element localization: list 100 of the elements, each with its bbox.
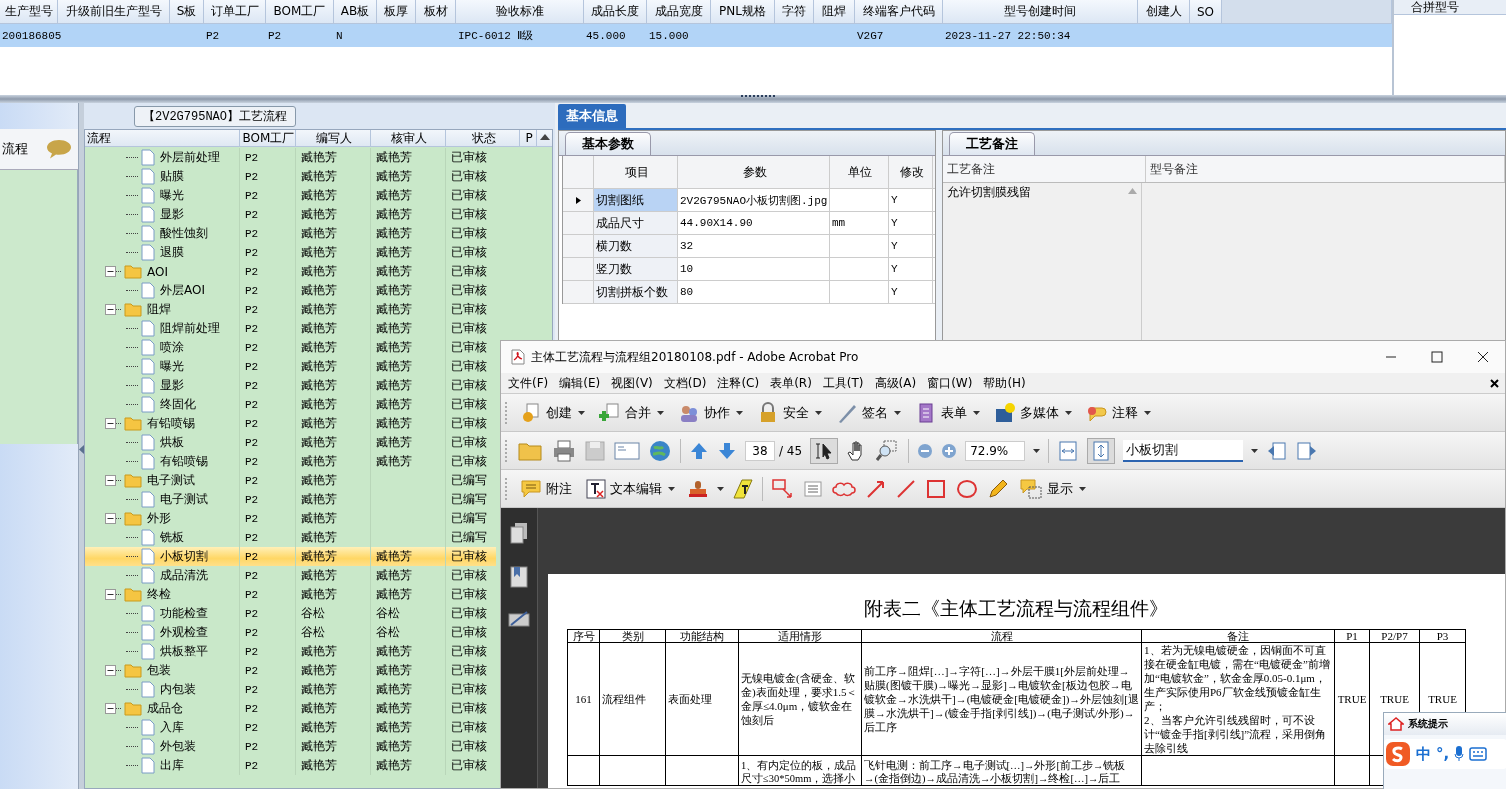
tree-row[interactable]: AOI P2 臧艳芳 臧艳芳 已审核 <box>85 262 496 281</box>
zoom-in-icon[interactable] <box>941 442 958 459</box>
menu-item[interactable]: 注释(C) <box>717 374 760 392</box>
collapse-icon[interactable] <box>105 418 116 429</box>
column-header[interactable]: 合拼型号 <box>1394 0 1506 15</box>
menu-item[interactable]: 帮助(H) <box>983 374 1026 392</box>
keyboard-icon[interactable] <box>1469 747 1488 761</box>
menu-item[interactable]: 编辑(E) <box>559 374 601 392</box>
column-header[interactable]: 项目 <box>594 156 678 188</box>
tree-row[interactable]: 终检 P2 臧艳芳 臧艳芳 已审核 <box>85 585 496 604</box>
tree-row[interactable]: 酸性蚀刻 P2 臧艳芳 臧艳芳 已审核 <box>85 224 496 243</box>
ellipse-icon[interactable] <box>955 477 979 500</box>
toolbar-button[interactable]: 注释 <box>1084 399 1153 426</box>
column-header[interactable]: 型号备注 <box>1146 156 1505 182</box>
tree-row[interactable]: 曝光 P2 臧艳芳 臧艳芳 已审核 <box>85 186 496 205</box>
table-cell[interactable]: 横刀数 <box>594 235 678 257</box>
column-header[interactable]: 核审人 <box>371 130 446 146</box>
sidebar-item[interactable]: 流程 <box>0 129 78 170</box>
collapse-arrow-icon[interactable] <box>79 445 84 454</box>
toolbar-button[interactable]: 合并 <box>597 399 666 426</box>
table-cell[interactable]: 竖刀数 <box>594 258 678 280</box>
page-number-field[interactable]: 38 <box>745 440 775 461</box>
table-cell[interactable]: 切割拼板个数 <box>594 281 678 303</box>
dropdown-caret-icon[interactable] <box>1251 448 1259 453</box>
tree-row[interactable]: 烘板 P2 臧艳芳 臧艳芳 已审核 <box>85 433 496 452</box>
tree-row[interactable]: 外层前处理 P2 臧艳芳 臧艳芳 已审核 <box>85 148 496 167</box>
splitter-grip[interactable] <box>741 95 775 100</box>
line-icon[interactable] <box>895 477 917 500</box>
tree-row[interactable]: 曝光 P2 臧艳芳 臧艳芳 已审核 <box>85 357 496 376</box>
signature-icon[interactable] <box>508 610 530 628</box>
close-icon[interactable] <box>1477 351 1489 363</box>
tree-row[interactable]: 烘板整平 P2 臧艳芳 臧艳芳 已审核 <box>85 642 496 661</box>
ime-mode[interactable]: 中 <box>1416 744 1431 764</box>
fit-width-icon[interactable] <box>1057 439 1080 462</box>
fit-page-icon[interactable] <box>1087 437 1116 464</box>
tree-row[interactable]: 小板切割 P2 臧艳芳 臧艳芳 已审核 <box>85 547 496 566</box>
column-header[interactable]: 编写人 <box>296 130 371 146</box>
column-header[interactable]: 流程 <box>85 130 240 146</box>
column-header[interactable]: 工艺备注 <box>943 156 1146 182</box>
menu-item[interactable]: 表单(R) <box>770 374 812 392</box>
column-header[interactable]: P <box>520 130 537 146</box>
column-header[interactable]: 单位 <box>830 156 889 188</box>
tree-row[interactable]: 功能检查 P2 谷松 谷松 已审核 <box>85 604 496 623</box>
text-edit-button[interactable]: 文本编辑 <box>584 476 677 501</box>
tab[interactable]: 基本信息 <box>558 104 626 128</box>
collapse-icon[interactable] <box>105 703 116 714</box>
tree-row[interactable]: 终固化 P2 臧艳芳 臧艳芳 已审核 <box>85 395 496 414</box>
zoom-out-icon[interactable] <box>917 442 934 459</box>
tree-row[interactable]: 电子测试 P2 臧艳芳 已编写 <box>85 471 496 490</box>
tree-row[interactable]: 外形 P2 臧艳芳 已编写 <box>85 509 496 528</box>
toolbar-button[interactable]: 创建 <box>518 399 587 426</box>
find-field[interactable]: 小板切割 <box>1123 439 1244 462</box>
bookmark-icon[interactable] <box>510 566 528 588</box>
pencil-icon[interactable] <box>987 477 1009 500</box>
menu-item[interactable]: 文件(F) <box>508 374 549 392</box>
tree-row[interactable]: 阻焊前处理 P2 臧艳芳 臧艳芳 已审核 <box>85 319 496 338</box>
tab[interactable]: 基本参数 <box>565 132 651 155</box>
tree-row[interactable]: 有铅喷锡 P2 臧艳芳 臧艳芳 已审核 <box>85 452 496 471</box>
maximize-icon[interactable] <box>1431 351 1443 363</box>
globe-icon[interactable] <box>648 438 672 463</box>
dropdown-caret-icon[interactable] <box>717 486 724 491</box>
ime-mode[interactable]: °, <box>1436 745 1450 763</box>
collapse-icon[interactable] <box>105 304 116 315</box>
tree-row[interactable]: 包装 P2 臧艳芳 臧艳芳 已审核 <box>85 661 496 680</box>
note-button[interactable]: 附注 <box>518 476 574 501</box>
toolbar-button[interactable]: 多媒体 <box>992 399 1074 426</box>
menu-item[interactable]: 视图(V) <box>611 374 653 392</box>
tree-row[interactable]: 成品清洗 P2 臧艳芳 臧艳芳 已审核 <box>85 566 496 585</box>
find-previous-icon[interactable] <box>1266 440 1289 461</box>
column-header[interactable]: 修改 <box>889 156 933 188</box>
tree-row[interactable]: 喷涂 P2 臧艳芳 臧艳芳 已审核 <box>85 338 496 357</box>
show-button[interactable]: 显示 <box>1017 475 1088 502</box>
row-header[interactable] <box>563 189 594 211</box>
tree-row[interactable]: 阻焊 P2 臧艳芳 臧艳芳 已审核 <box>85 300 496 319</box>
down-arrow-icon[interactable] <box>717 440 737 461</box>
tree-row[interactable]: 外层AOI P2 臧艳芳 臧艳芳 已审核 <box>85 281 496 300</box>
ime-logo-icon[interactable] <box>1385 741 1411 767</box>
tree-row[interactable]: 外观检查 P2 谷松 谷松 已审核 <box>85 623 496 642</box>
grid-row[interactable]: 200186805 P2 P2 N IPC-6012 Ⅱ级 45.000 15.000 V2G7 2023-11-27 22:50:34 <box>0 24 1392 47</box>
tree-row[interactable]: 入库 P2 臧艳芳 臧艳芳 已审核 <box>85 718 496 737</box>
collapse-icon[interactable] <box>105 589 116 600</box>
column-header[interactable]: 参数 <box>678 156 830 188</box>
table-cell[interactable]: 成品尺寸 <box>594 212 678 234</box>
menu-item[interactable]: 文档(D) <box>663 374 707 392</box>
callout-icon[interactable] <box>771 477 795 500</box>
menu-item[interactable]: 高级(A) <box>874 374 917 392</box>
text-cursor-icon[interactable] <box>810 437 839 464</box>
pages-icon[interactable] <box>510 522 528 544</box>
tree-row[interactable]: 显影 P2 臧艳芳 臧艳芳 已审核 <box>85 376 496 395</box>
table-cell[interactable]: 切割图纸 <box>594 189 678 211</box>
collapse-icon[interactable] <box>105 266 116 277</box>
toolbar-button[interactable]: 协作 <box>676 399 745 426</box>
tree-row[interactable]: 电子测试 P2 臧艳芳 已编写 <box>85 490 496 509</box>
toolbar-button[interactable]: 安全 <box>755 399 824 426</box>
tree-row[interactable]: 贴膜 P2 臧艳芳 臧艳芳 已审核 <box>85 167 496 186</box>
zoom-field[interactable]: 72.9% <box>965 440 1026 461</box>
cloud-icon[interactable] <box>831 479 857 498</box>
print-icon[interactable] <box>552 439 576 462</box>
dropdown-caret-icon[interactable] <box>1033 448 1041 453</box>
collapse-icon[interactable] <box>105 665 116 676</box>
